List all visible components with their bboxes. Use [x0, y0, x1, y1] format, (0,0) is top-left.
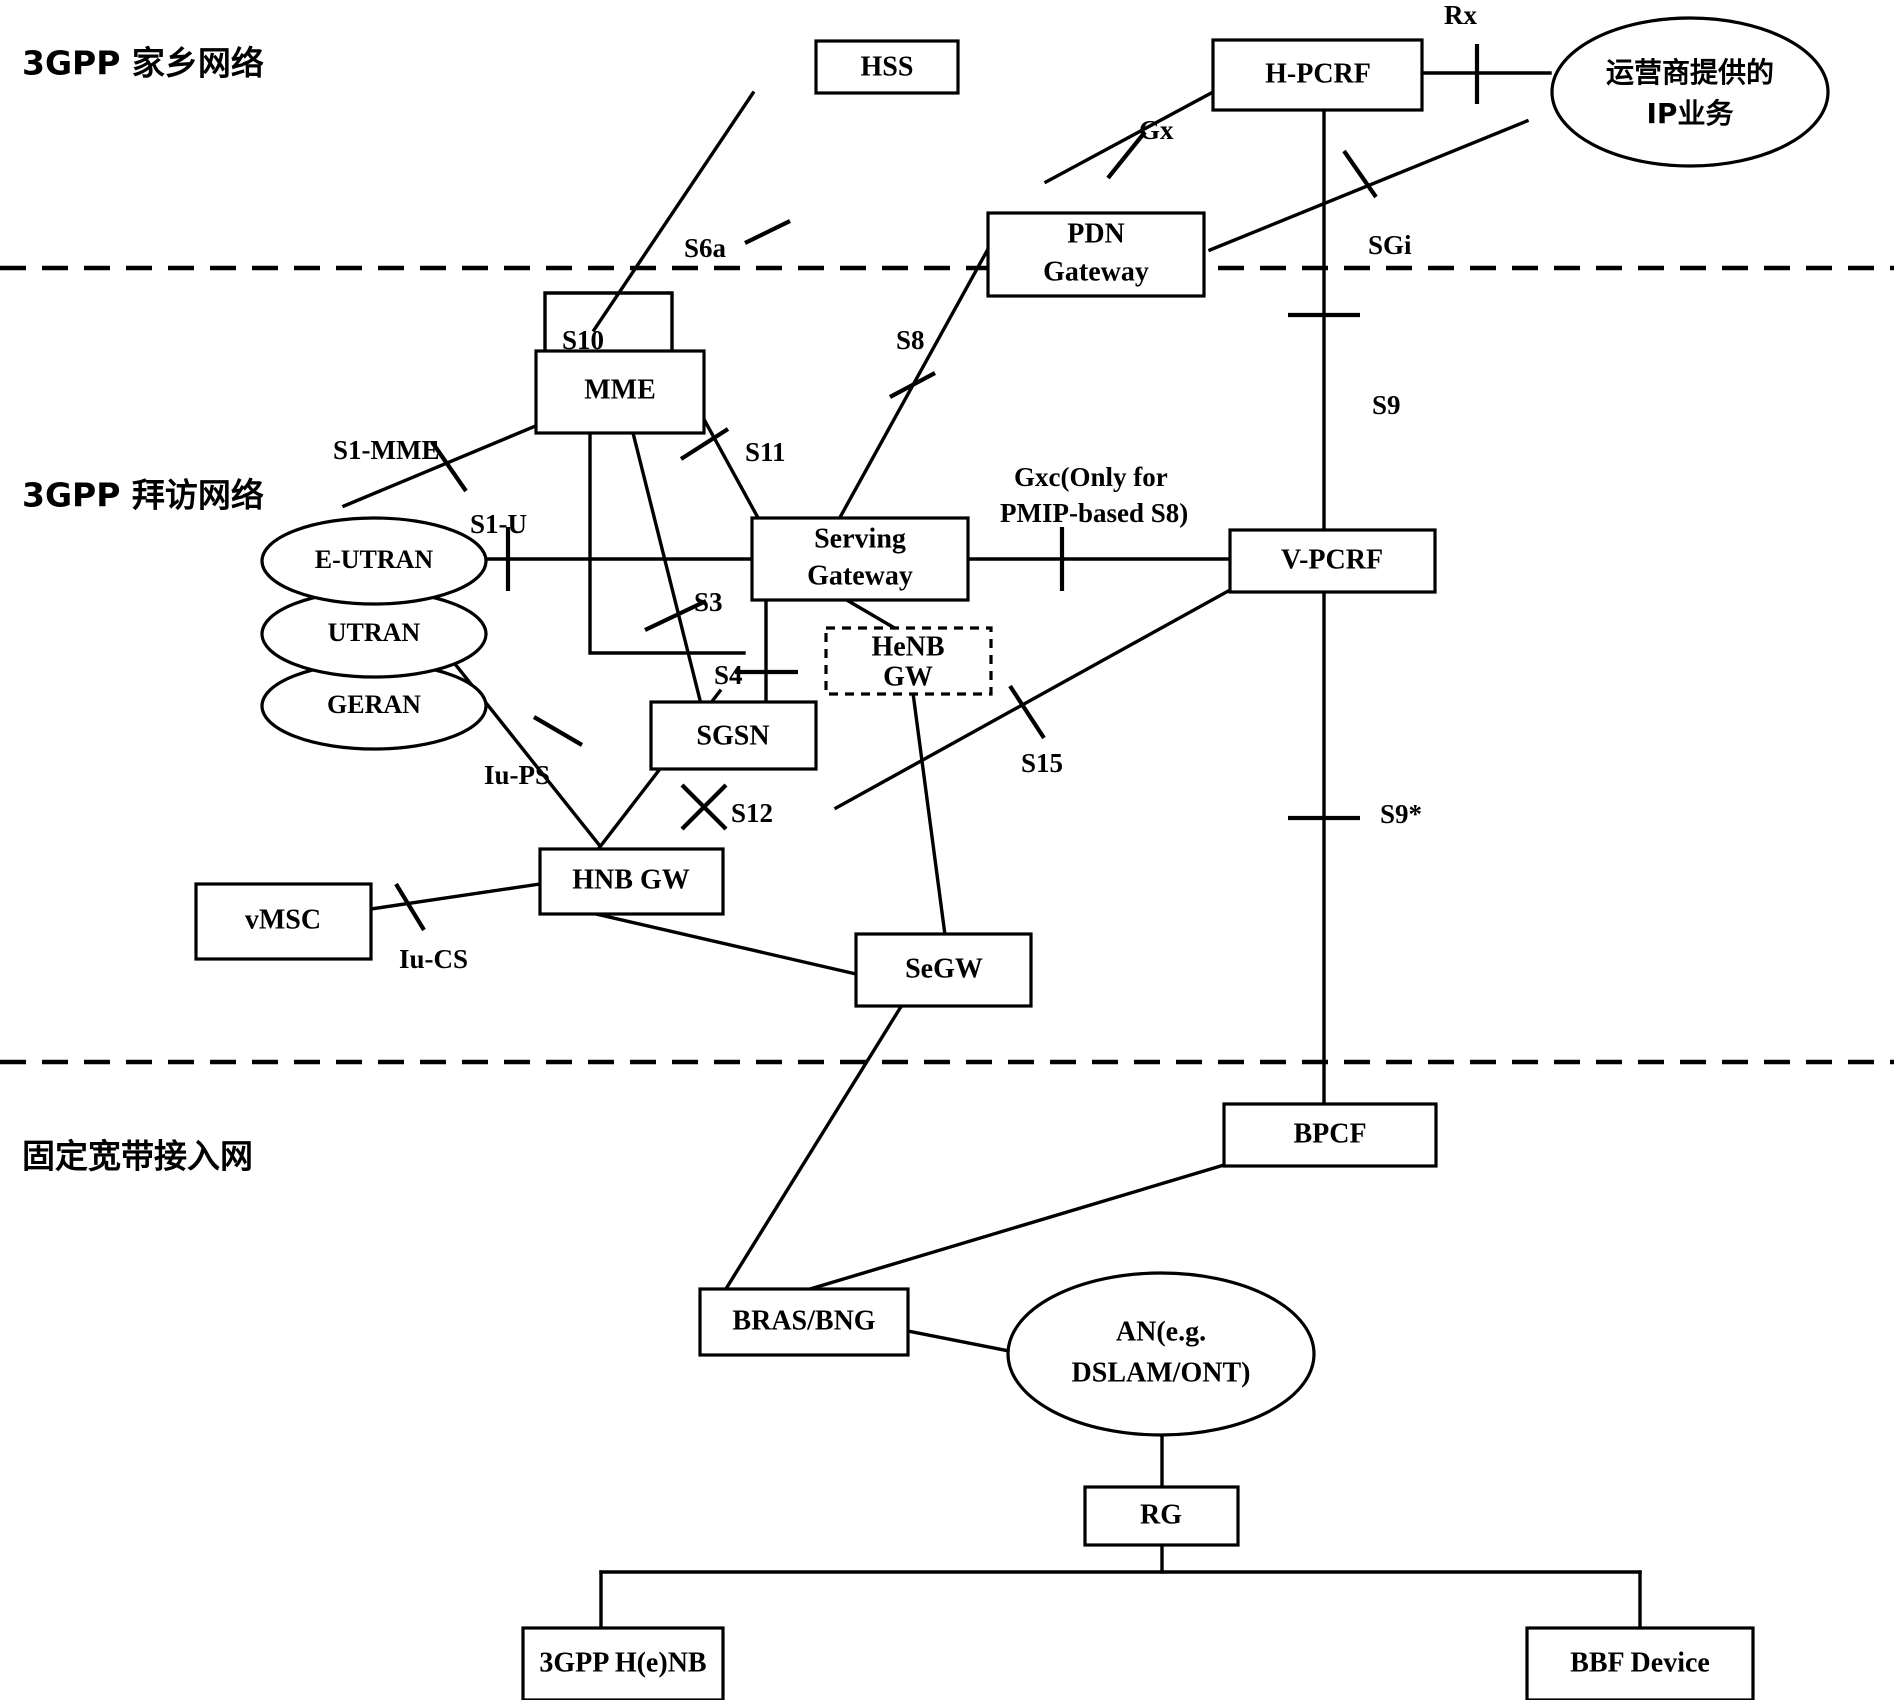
- link-pdngw-hpcrf: [1043, 89, 1216, 185]
- node-access-node[interactable]: [1006, 1271, 1316, 1437]
- iface-label-gxc-line1: Gxc(Only for: [1014, 462, 1168, 492]
- zone-label-visited: 3GPP 拜访网络: [22, 476, 264, 515]
- tick-s6a: [744, 219, 791, 245]
- tick-iups: [532, 715, 584, 747]
- node-sgsn-label: SGSN: [696, 720, 769, 751]
- node-bpcf-label: BPCF: [1293, 1118, 1366, 1149]
- link-segw-brasbng: [721, 1002, 905, 1295]
- node-bras-bng-label: BRAS/BNG: [732, 1305, 875, 1336]
- iface-label-s12: S12: [731, 798, 773, 828]
- zone-label-home: 3GPP 家乡网络: [22, 44, 264, 83]
- node-mme-label: MME: [584, 374, 656, 405]
- node-ip-services-label-line1: 运营商提供的: [1606, 56, 1774, 89]
- iface-label-s9star: S9*: [1380, 799, 1422, 829]
- link-hnbgw-segw: [593, 911, 859, 977]
- node-ip-services[interactable]: [1550, 16, 1830, 168]
- node-rg-label: RG: [1140, 1499, 1182, 1530]
- node-serving-gateway-label-line1: Serving: [814, 523, 906, 554]
- zone-label-fixed: 固定宽带接入网: [22, 1137, 253, 1176]
- iface-label-s8: S8: [896, 325, 925, 355]
- node-vpcrf-label: V-PCRF: [1281, 544, 1383, 575]
- node-pdn-gateway-label-line2: Gateway: [1043, 256, 1149, 287]
- tick-iucs: [394, 882, 426, 932]
- iface-label-s1u: S1-U: [470, 509, 527, 539]
- node-henb-gw-label-line2: GW: [883, 661, 933, 692]
- node-hss-label: HSS: [861, 51, 914, 82]
- node-pdn-gateway-label-line1: PDN: [1067, 218, 1125, 249]
- iface-label-iucs: Iu-CS: [399, 944, 468, 974]
- network-architecture-diagram: HSS H-PCRF 运营商提供的 IP业务 PDN Gateway MME G…: [0, 0, 1894, 1700]
- node-hnb-gw-label: HNB GW: [572, 864, 689, 895]
- node-access-node-label-line1: AN(e.g.: [1116, 1316, 1206, 1347]
- node-bbf-device-label: BBF Device: [1570, 1647, 1710, 1678]
- iface-label-s4: S4: [714, 660, 743, 690]
- iface-label-gxc-line2: PMIP-based S8): [1000, 498, 1188, 528]
- node-hpcrf-label: H-PCRF: [1265, 58, 1371, 89]
- tick-s8: [889, 371, 936, 399]
- node-segw-label: SeGW: [905, 953, 983, 984]
- node-eutran-label: E-UTRAN: [315, 545, 434, 574]
- iface-label-s10: S10: [562, 325, 604, 355]
- iface-label-s9: S9: [1372, 390, 1401, 420]
- node-utran-label: UTRAN: [328, 618, 421, 647]
- iface-label-gx: Gx: [1139, 115, 1174, 145]
- iface-label-s15: S15: [1021, 748, 1063, 778]
- iface-label-s11: S11: [745, 437, 786, 467]
- node-3gpp-henb-label: 3GPP H(e)NB: [539, 1647, 706, 1678]
- link-henbgw-segw: [911, 691, 947, 937]
- node-geran-label: GERAN: [327, 690, 421, 719]
- link-brasbng-an: [906, 1329, 1016, 1354]
- iface-label-s1mme: S1-MME: [333, 435, 439, 465]
- node-vmsc-label: vMSC: [245, 904, 321, 935]
- node-access-node-label-line2: DSLAM/ONT): [1072, 1357, 1251, 1388]
- iface-label-s3: S3: [694, 587, 723, 617]
- iface-label-s6a: S6a: [684, 233, 727, 263]
- iface-label-sgi: SGi: [1368, 230, 1412, 260]
- node-ip-services-label-line2: IP业务: [1647, 97, 1734, 130]
- node-henb-gw-label-line1: HeNB: [871, 631, 944, 662]
- diagram-canvas: HSS H-PCRF 运营商提供的 IP业务 PDN Gateway MME G…: [0, 0, 1894, 1700]
- node-serving-gateway-label-line2: Gateway: [807, 560, 913, 591]
- iface-label-iups: Iu-PS: [484, 760, 550, 790]
- iface-label-rx: Rx: [1444, 0, 1477, 30]
